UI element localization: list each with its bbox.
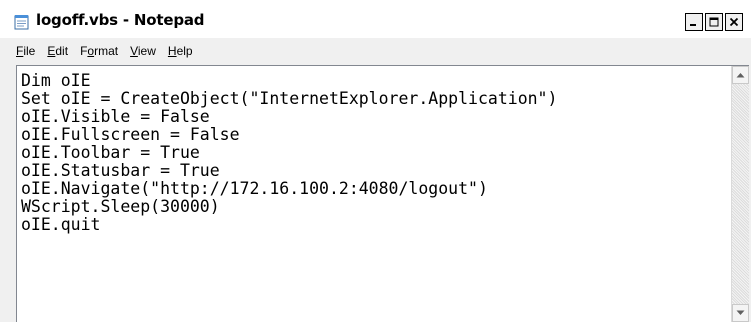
window-title: logoff.vbs - Notepad xyxy=(36,11,205,29)
scroll-up-button[interactable] xyxy=(732,66,749,84)
menu-help[interactable]: Help xyxy=(168,44,193,58)
scroll-down-arrow-icon xyxy=(736,310,745,315)
editor-content[interactable]: Dim oIE Set oIE = CreateObject("Internet… xyxy=(21,72,557,234)
menu-bar: File Edit Format View Help xyxy=(0,39,751,63)
text-editor[interactable]: Dim oIE Set oIE = CreateObject("Internet… xyxy=(16,65,749,322)
menu-edit[interactable]: Edit xyxy=(47,44,68,58)
notepad-icon xyxy=(14,14,30,30)
menu-file[interactable]: File xyxy=(16,44,35,58)
scroll-up-arrow-icon xyxy=(736,73,745,78)
window-controls xyxy=(683,13,743,31)
scroll-down-button[interactable] xyxy=(732,304,749,322)
close-button[interactable] xyxy=(725,13,743,31)
maximize-icon xyxy=(709,17,719,27)
close-icon xyxy=(729,17,739,27)
title-bar[interactable]: logoff.vbs - Notepad xyxy=(0,0,751,38)
maximize-button[interactable] xyxy=(705,13,723,31)
minimize-button[interactable] xyxy=(685,13,703,31)
minimize-icon xyxy=(690,24,696,26)
menu-format[interactable]: Format xyxy=(80,44,118,58)
menu-view[interactable]: View xyxy=(130,44,156,58)
notepad-window: logoff.vbs - Notepad File Edit Format Vi… xyxy=(0,0,751,322)
vertical-scrollbar[interactable] xyxy=(731,66,749,322)
